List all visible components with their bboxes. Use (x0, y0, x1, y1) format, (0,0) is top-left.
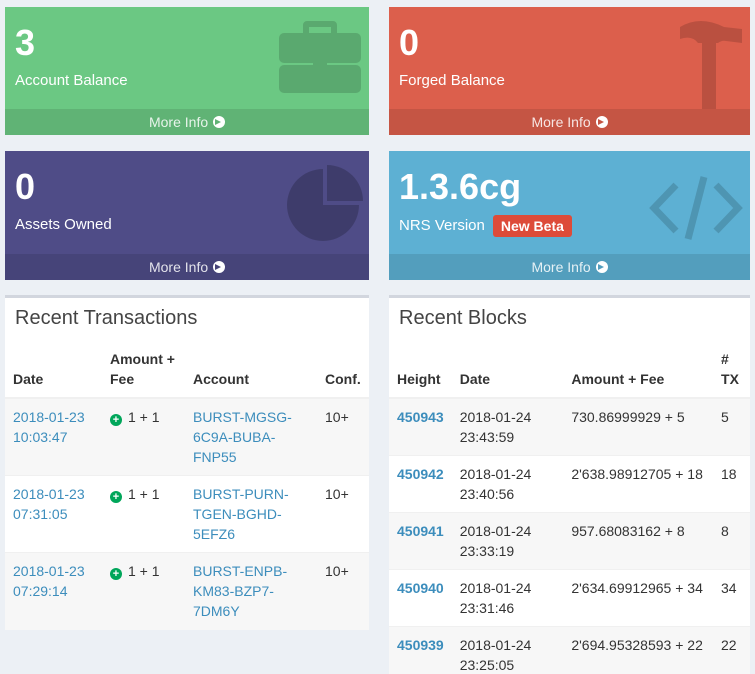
table-row: 450942 2018-01-24 23:40:56 2'638.9891270… (389, 455, 750, 513)
forged-more-info-link[interactable]: More Info (389, 109, 750, 135)
table-row: 450943 2018-01-24 23:43:59 730.86999929 … (389, 397, 750, 456)
arrow-circle-right-icon (595, 261, 608, 273)
assets-owned-box: 0 Assets Owned More Info (5, 151, 369, 280)
arrow-circle-right-icon (595, 116, 608, 128)
column-header: Amount + Fee (102, 338, 185, 399)
block-date: 2018-01-24 23:43:59 (451, 397, 564, 456)
recent-transactions-panel: Recent Transactions Date Amount + Fee Ac… (5, 295, 369, 630)
block-date: 2018-01-24 23:25:05 (451, 626, 564, 674)
block-amount: 730.86999929 + 5 (563, 397, 714, 456)
nrs-version-label: NRS Version (399, 217, 485, 234)
recent-blocks-title: Recent Blocks (399, 307, 527, 329)
briefcase-icon (277, 19, 363, 100)
new-beta-badge[interactable]: New Beta (492, 215, 572, 237)
transaction-amount: 1 + 1 (128, 486, 160, 502)
transaction-confirmations: 10+ (317, 552, 369, 630)
account-balance-box: 3 Account Balance More Info (5, 7, 369, 135)
transaction-account-link[interactable]: BURST-PURN-TGEN-BGHD-5EFZ6 (193, 486, 289, 542)
block-amount: 2'694.95328593 + 22 (563, 626, 714, 674)
arrow-circle-right-icon (213, 261, 226, 273)
block-height-link[interactable]: 450941 (397, 523, 444, 539)
transaction-amount: 1 + 1 (128, 563, 160, 579)
transaction-date-link[interactable]: 2018-01-23 07:31:05 (13, 486, 85, 522)
column-header: Date (5, 338, 102, 399)
forged-balance-label: Forged Balance (399, 72, 505, 89)
plus-circle-icon: + (110, 491, 122, 503)
block-amount: 957.68083162 + 8 (563, 512, 714, 570)
blocks-table: Height Date Amount + Fee # TX 450943 201… (389, 338, 750, 674)
assets-more-info-link[interactable]: More Info (5, 254, 369, 280)
table-row: 450939 2018-01-24 23:25:05 2'694.9532859… (389, 626, 750, 674)
plus-circle-icon: + (110, 414, 122, 426)
transaction-amount: 1 + 1 (128, 409, 160, 425)
assets-owned-label: Assets Owned (15, 216, 112, 233)
recent-transactions-title: Recent Transactions (15, 307, 198, 329)
table-row: 2018-01-23 07:31:05 +1 + 1 BURST-PURN-TG… (5, 475, 369, 553)
account-balance-value: 3 (15, 22, 36, 63)
account-more-info-link[interactable]: More Info (5, 109, 369, 135)
plus-circle-icon: + (110, 568, 122, 580)
nrs-version-value: 1.3.6cg (399, 166, 522, 207)
pie-chart-icon (283, 165, 363, 250)
table-row: 450940 2018-01-24 23:31:46 2'634.6991296… (389, 569, 750, 627)
transactions-table: Date Amount + Fee Account Conf. 2018-01-… (5, 338, 369, 630)
block-tx-count: 18 (713, 455, 750, 513)
hammer-icon (678, 19, 744, 116)
block-tx-count: 22 (713, 626, 750, 674)
block-height-link[interactable]: 450943 (397, 409, 444, 425)
transaction-confirmations: 10+ (317, 475, 369, 553)
block-height-link[interactable]: 450939 (397, 637, 444, 653)
arrow-circle-right-icon (213, 116, 226, 128)
account-balance-label: Account Balance (15, 72, 128, 89)
forged-balance-box: 0 Forged Balance More Info (389, 7, 750, 135)
transaction-date-link[interactable]: 2018-01-23 07:29:14 (13, 563, 85, 599)
transaction-confirmations: 10+ (317, 397, 369, 476)
column-header: # TX (713, 338, 750, 399)
block-height-link[interactable]: 450940 (397, 580, 444, 596)
recent-blocks-panel: Recent Blocks Height Date Amount + Fee #… (389, 295, 750, 674)
transaction-date-link[interactable]: 2018-01-23 10:03:47 (13, 409, 85, 445)
block-amount: 2'638.98912705 + 18 (563, 455, 714, 513)
column-header: Height (389, 338, 452, 399)
block-tx-count: 8 (713, 512, 750, 570)
block-tx-count: 5 (713, 397, 750, 456)
block-date: 2018-01-24 23:31:46 (451, 569, 564, 627)
column-header: Conf. (317, 338, 369, 399)
transaction-account-link[interactable]: BURST-ENPB-KM83-BZP7-7DM6Y (193, 563, 287, 619)
nrs-version-box: 1.3.6cg NRS Version New Beta More Info (389, 151, 750, 280)
assets-owned-value: 0 (15, 166, 36, 207)
forged-balance-value: 0 (399, 22, 420, 63)
table-row: 2018-01-23 10:03:47 +1 + 1 BURST-MGSG-6C… (5, 397, 369, 476)
code-icon (648, 175, 744, 246)
block-height-link[interactable]: 450942 (397, 466, 444, 482)
transaction-account-link[interactable]: BURST-MGSG-6C9A-BUBA-FNP55 (193, 409, 292, 465)
table-row: 450941 2018-01-24 23:33:19 957.68083162 … (389, 512, 750, 570)
block-date: 2018-01-24 23:33:19 (451, 512, 564, 570)
nrs-more-info-link[interactable]: More Info (389, 254, 750, 280)
column-header: Account (185, 338, 317, 399)
column-header: Date (451, 338, 564, 399)
nrs-version-label-row: NRS Version New Beta (399, 215, 572, 237)
block-tx-count: 34 (713, 569, 750, 627)
column-header: Amount + Fee (563, 338, 714, 399)
block-date: 2018-01-24 23:40:56 (451, 455, 564, 513)
block-amount: 2'634.69912965 + 34 (563, 569, 714, 627)
table-row: 2018-01-23 07:29:14 +1 + 1 BURST-ENPB-KM… (5, 552, 369, 630)
